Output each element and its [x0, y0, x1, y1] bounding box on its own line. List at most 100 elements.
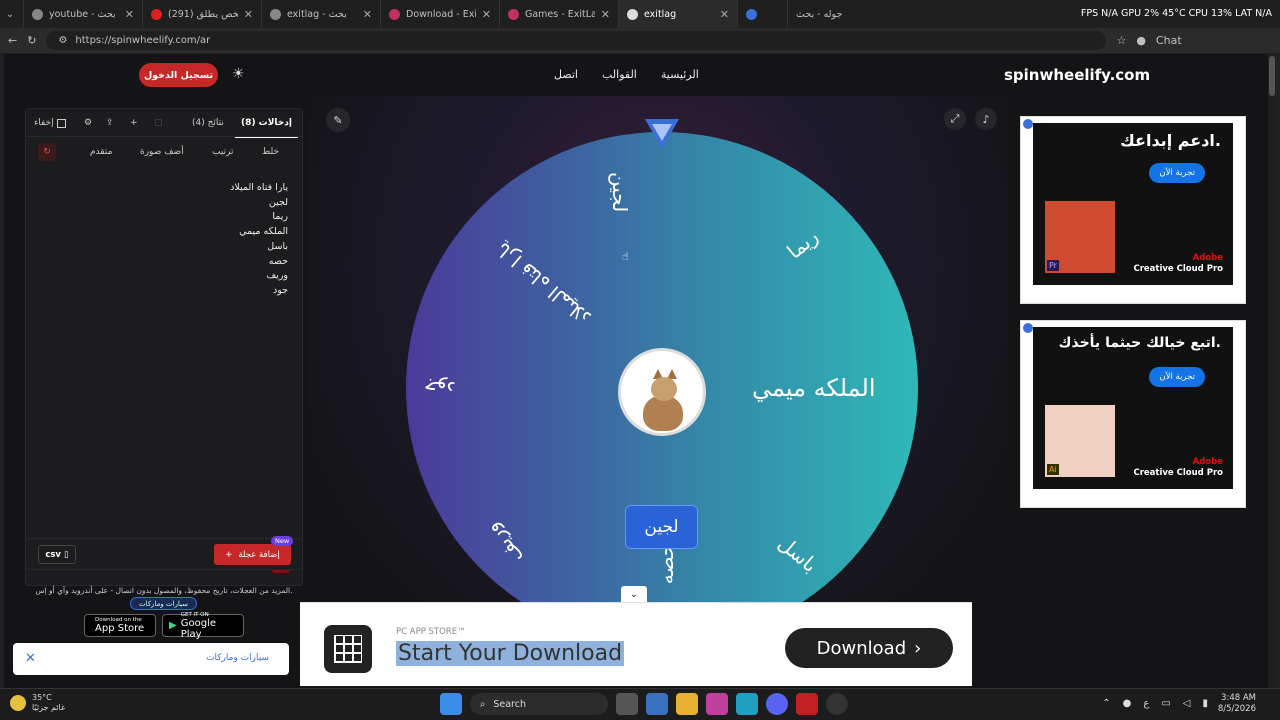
share-icon[interactable]: ⇪ — [106, 118, 114, 128]
entry-line: حصه — [268, 255, 288, 267]
shuffle-button[interactable]: خلط — [262, 147, 279, 157]
ad-choices-icon[interactable] — [1023, 119, 1033, 129]
store-icon[interactable] — [646, 693, 668, 715]
browser-tab[interactable]: Download - ExitLag✕ — [381, 0, 500, 28]
snackbar-link[interactable]: سيارات وماركات — [206, 653, 269, 663]
site-icon — [508, 8, 519, 20]
task-view-icon[interactable] — [616, 693, 638, 715]
browser-tab[interactable]: youtube - بحث ✕ — [24, 0, 143, 28]
weather-icon — [10, 695, 26, 711]
entry-line: يارا فتاه الميلاد — [230, 182, 288, 193]
advanced-button[interactable]: متقدم — [90, 147, 112, 157]
url-text: https://spinwheelify.com/ar — [75, 35, 211, 46]
edit-icon[interactable]: ✎ — [326, 108, 350, 132]
ad-title: اتبع خيالك حيثما يأخذك. — [1058, 335, 1221, 351]
wheel-center-image[interactable] — [618, 348, 706, 436]
taskbar-search[interactable]: ⌕ Search — [470, 693, 608, 715]
site-logo[interactable]: spinwheelify.com — [1004, 66, 1150, 84]
settings-icon[interactable] — [826, 693, 848, 715]
nav-templates[interactable]: القوالب — [602, 68, 637, 81]
browser-tab[interactable]: (291) اخر شخص يطلق✕ — [143, 0, 262, 28]
battery-icon[interactable]: ▮ — [1202, 698, 1208, 709]
browser-tab[interactable]: exitlag - بحث ✕ — [262, 0, 381, 28]
add-image-button[interactable]: أضف صورة — [140, 147, 184, 157]
folder-icon[interactable] — [676, 693, 698, 715]
back-icon[interactable]: ← — [8, 34, 17, 47]
browser-tab[interactable]: Games - ExitLag✕ — [500, 0, 619, 28]
close-icon[interactable]: ✕ — [482, 8, 491, 21]
download-button[interactable]: Download › — [785, 628, 953, 668]
wheel-label: لجين — [608, 172, 632, 213]
close-icon[interactable]: ✕ — [720, 8, 729, 21]
scrollbar-thumb[interactable] — [1269, 56, 1275, 96]
close-icon[interactable]: ✕ — [601, 8, 610, 21]
network-icon[interactable]: ▭ — [1161, 698, 1170, 709]
taskbar-apps: ⌕ Search — [440, 693, 848, 715]
settings-icon[interactable]: ⚙ — [84, 118, 92, 128]
mic-icon[interactable]: ● — [1123, 698, 1132, 709]
taskbar: 35°C غائم جزئيًا ⌕ Search ⌃ ● ع ▭ ◁ ▮ 3:48… — [0, 688, 1280, 720]
chevron-down-icon[interactable]: ⌄ — [621, 586, 647, 602]
chevron-up-icon[interactable]: ⌃ — [1102, 698, 1110, 709]
nav-contact[interactable]: اتصل — [554, 68, 578, 81]
csv-button[interactable]: csv ▯ — [38, 545, 76, 564]
browser-tab-active[interactable]: exitlag ✕ — [619, 0, 738, 28]
browser-tab[interactable]: جوله - بحث — [788, 0, 858, 28]
play-icon: ▶ — [169, 620, 177, 631]
app-store-button[interactable]: Download on the App Store — [84, 614, 156, 637]
tab-results[interactable]: نتائج (4) — [192, 118, 224, 128]
wheel-label: باسل — [773, 530, 823, 578]
hide-toggle[interactable]: إخفاء — [34, 118, 66, 128]
copilot-icon[interactable] — [706, 693, 728, 715]
tab-inputs[interactable]: إدخالات (8) — [235, 118, 298, 138]
volume-icon[interactable]: ◁ — [1183, 698, 1191, 709]
login-button[interactable]: تسجيل الدخول — [139, 63, 218, 87]
edge-icon[interactable] — [736, 693, 758, 715]
sort-button[interactable]: ترتيب — [212, 147, 234, 157]
extensions-icon[interactable]: ☆ — [1116, 34, 1126, 47]
browser-tab[interactable] — [738, 0, 788, 28]
chevron-right-icon: › — [914, 637, 922, 659]
ad-choices-icon[interactable] — [1023, 323, 1033, 333]
weather-text: 35°C غائم جزئيًا — [32, 693, 65, 713]
google-play-button[interactable]: ▶ GET IT ON Google Play — [162, 612, 244, 640]
checkbox-icon — [56, 118, 66, 128]
page-scrollbar[interactable] — [1268, 54, 1276, 688]
wheel-label: ريما — [782, 224, 823, 264]
discord-icon[interactable] — [766, 693, 788, 715]
result-chip[interactable]: لجين — [625, 505, 698, 549]
wheel-label: الملكه ميمي — [752, 374, 876, 402]
profile-icon[interactable]: ● — [1136, 34, 1146, 47]
cars-chip[interactable]: سيارات وماركات — [130, 597, 197, 610]
add-wheel-button[interactable]: + إضافة عجلة — [214, 544, 291, 565]
weather-widget[interactable]: 35°C غائم جزئيًا — [10, 693, 65, 713]
sound-icon[interactable]: ♪ — [975, 108, 997, 130]
close-icon[interactable]: ✕ — [244, 8, 253, 21]
theme-toggle-icon[interactable]: ☀ — [232, 66, 245, 82]
reload-icon[interactable]: ↻ — [27, 34, 36, 47]
close-icon[interactable]: ✕ — [25, 651, 36, 666]
tab-search-button[interactable]: ⌄ — [0, 0, 24, 28]
panel-footer: csv ▯ + إضافة عجلة New — [25, 536, 303, 570]
pc-app-store-icon — [324, 625, 372, 673]
plus-icon[interactable]: + — [130, 118, 138, 128]
reset-icon[interactable]: ↻ — [38, 143, 56, 161]
ad-cta-button[interactable]: تجربة الآن — [1149, 367, 1205, 387]
ad-banner[interactable]: اتبع خيالك حيثما يأخذك. تجربة الآن Ai Ad… — [1020, 320, 1246, 508]
close-icon[interactable]: ✕ — [125, 8, 134, 21]
chat-button[interactable]: Chat — [1156, 34, 1182, 47]
start-icon[interactable] — [440, 693, 462, 715]
nav-home[interactable]: الرئيسية — [661, 68, 699, 81]
close-icon[interactable]: ✕ — [363, 8, 372, 21]
language-indicator[interactable]: ع — [1143, 698, 1149, 709]
ad-cta-button[interactable]: تجربة الآن — [1149, 163, 1205, 183]
premiere-icon: Pr — [1047, 260, 1059, 271]
url-field[interactable]: ⚙ https://spinwheelify.com/ar — [46, 31, 1107, 50]
fullscreen-icon[interactable]: ⤢ — [944, 108, 966, 130]
bottom-ad[interactable]: PC APP STORE™ Start Your Download Downlo… — [300, 602, 972, 686]
entries-textarea[interactable]: يارا فتاه الميلاد لجين ريما الملكه ميمي … — [26, 167, 302, 299]
ad-banner[interactable]: ادعم إبداعك. تجربة الآن Pr Adobe Creative… — [1020, 116, 1246, 304]
clock[interactable]: 3:48 AM 8/5/2026 — [1218, 693, 1256, 715]
save-icon[interactable]: ▢ — [154, 118, 163, 128]
exitlag-icon[interactable] — [796, 693, 818, 715]
